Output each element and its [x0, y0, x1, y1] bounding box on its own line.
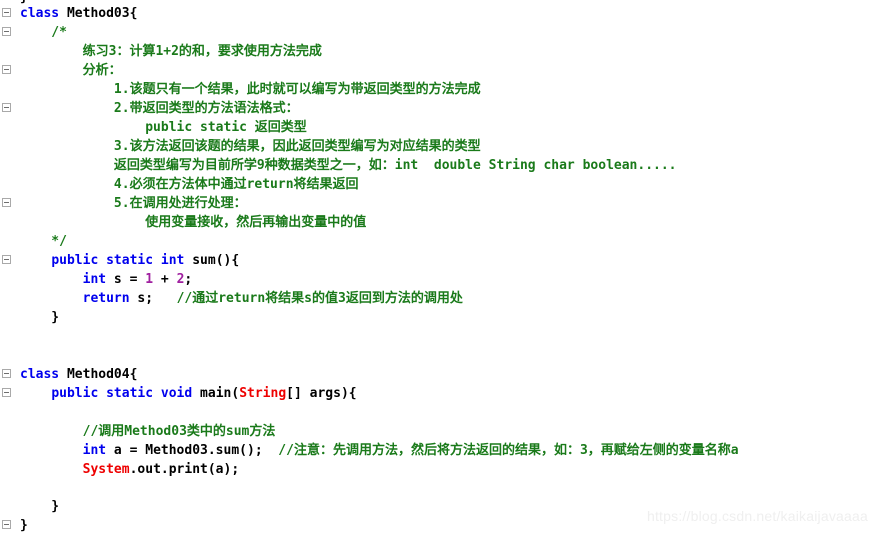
code-line[interactable]: }: [20, 308, 59, 327]
code-token-kw: static: [106, 386, 154, 401]
code-token-kw: public: [51, 253, 99, 268]
code-token-cmt: 2.带返回类型的方法语法格式：: [20, 101, 299, 116]
code-token-cmt: 练习3：计算1+2的和，要求使用方法完成: [20, 44, 322, 59]
code-line[interactable]: 5.在调用处进行处理：: [20, 194, 247, 213]
code-token-plain: s;: [129, 291, 177, 306]
code-token-type: String: [239, 386, 287, 401]
code-token-kw: class: [20, 6, 60, 21]
code-token-num: 1: [145, 272, 154, 287]
code-line[interactable]: 使用变量接收，然后再输出变量中的值: [20, 213, 366, 232]
code-line[interactable]: int a = Method03.sum(); //注意：先调用方法，然后将方法…: [20, 441, 739, 460]
code-line[interactable]: 4.必须在方法体中通过return将结果返回: [20, 175, 359, 194]
code-token-kw: int: [82, 443, 107, 458]
code-token-plain: ;: [184, 272, 193, 287]
code-token-cmt: //通过return将结果s的值3返回到方法的调用处: [176, 291, 463, 306]
code-line[interactable]: public static void main(String[] args){: [20, 384, 357, 403]
code-token-kw: int: [160, 253, 185, 268]
code-token-cmt: 4.必须在方法体中通过return将结果返回: [20, 177, 359, 192]
code-token-plain: a = Method03.sum();: [106, 443, 279, 458]
code-line[interactable]: }: [20, 497, 59, 516]
code-content[interactable]: } class Method03{ /* 练习3：计算1+2的和，要求使用方法完成…: [0, 0, 880, 536]
code-token-plain: .out.print(a);: [129, 462, 240, 477]
code-line[interactable]: }: [20, 516, 28, 535]
code-token-kw: public: [51, 386, 99, 401]
code-token-plain: }: [20, 499, 60, 514]
code-line[interactable]: 分析：: [20, 61, 122, 80]
code-editor[interactable]: } class Method03{ /* 练习3：计算1+2的和，要求使用方法完成…: [0, 0, 880, 536]
csdn-watermark: https://blog.csdn.net/kaikaijavaaaa: [646, 508, 868, 524]
code-line[interactable]: /*: [20, 23, 67, 42]
code-line[interactable]: public static 返回类型: [20, 118, 307, 137]
code-line[interactable]: 返回类型编写为目前所学9种数据类型之一，如：int double String …: [20, 156, 677, 175]
code-token-plain: sum(){: [184, 253, 240, 268]
code-line[interactable]: public static int sum(){: [20, 251, 239, 270]
code-token-cmt: 1.该题只有一个结果，此时就可以编写为带返回类型的方法完成: [20, 82, 481, 97]
code-line[interactable]: return s; //通过return将结果s的值3返回到方法的调用处: [20, 289, 463, 308]
code-line[interactable]: class Method03{: [20, 4, 137, 23]
code-token-plain: Method03{: [59, 6, 138, 21]
code-line[interactable]: //调用Method03类中的sum方法: [20, 422, 276, 441]
code-token-kw: int: [82, 272, 107, 287]
code-token-plain: Method04{: [59, 367, 138, 382]
code-line[interactable]: 1.该题只有一个结果，此时就可以编写为带返回类型的方法完成: [20, 80, 481, 99]
code-token-kw: static: [106, 253, 154, 268]
code-token-kw: class: [20, 367, 60, 382]
code-token-type: System: [82, 462, 130, 477]
code-token-cmt: 返回类型编写为目前所学9种数据类型之一，如：int double String …: [20, 158, 677, 173]
code-token-cmt: 3.该方法返回该题的结果，因此返回类型编写为对应结果的类型: [20, 139, 481, 154]
code-line[interactable]: 练习3：计算1+2的和，要求使用方法完成: [20, 42, 322, 61]
code-line[interactable]: System.out.print(a);: [20, 460, 240, 479]
code-line[interactable]: 3.该方法返回该题的结果，因此返回类型编写为对应结果的类型: [20, 137, 481, 156]
code-token-cmt: //注意：先调用方法，然后将方法返回的结果，如：3，再赋给左侧的变量名称a: [278, 443, 739, 458]
code-token-kw: return: [82, 291, 130, 306]
code-token-kw: void: [160, 386, 193, 401]
code-token-cmt: //调用Method03类中的sum方法: [82, 424, 276, 439]
code-token-cmt: /*: [20, 25, 67, 40]
code-token-cmt: public static 返回类型: [20, 120, 307, 135]
code-line[interactable]: class Method04{: [20, 365, 137, 384]
code-token-plain: }: [20, 518, 28, 533]
code-line[interactable]: 2.带返回类型的方法语法格式：: [20, 99, 299, 118]
code-token-plain: s =: [106, 272, 146, 287]
code-token-cmt: */: [20, 234, 67, 249]
code-line[interactable]: int s = 1 + 2;: [20, 270, 193, 289]
code-token-plain: main(: [192, 386, 240, 401]
code-token-plain: [] args){: [286, 386, 357, 401]
code-token-plain: }: [20, 310, 60, 325]
code-token-cmt: 使用变量接收，然后再输出变量中的值: [20, 215, 367, 230]
code-line[interactable]: */: [20, 232, 67, 251]
code-token-plain: +: [153, 272, 177, 287]
code-token-cmt: 分析：: [20, 63, 122, 78]
code-token-cmt: 5.在调用处进行处理：: [20, 196, 247, 211]
